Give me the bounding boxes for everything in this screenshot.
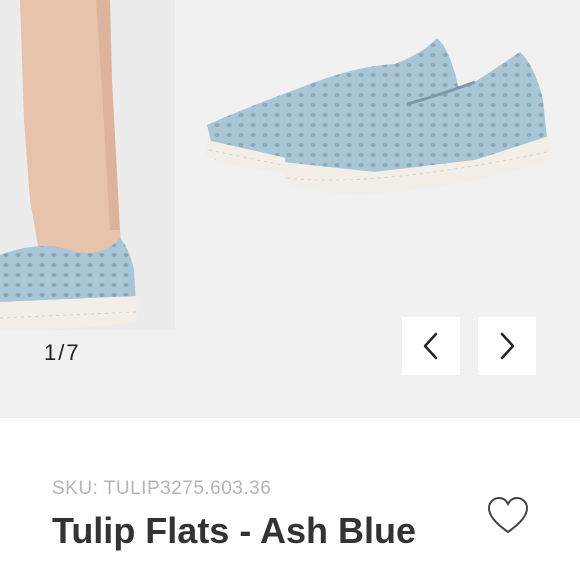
product-title: Tulip Flats - Ash Blue [52, 510, 417, 551]
product-image-gallery[interactable]: 1/7 [0, 0, 580, 418]
product-photo-pair [175, 0, 580, 300]
image-counter: 1/7 [44, 340, 81, 366]
image-counter-total: 7 [66, 340, 81, 365]
image-counter-current: 1 [44, 340, 59, 365]
favorite-button[interactable] [486, 496, 530, 536]
chevron-right-icon [500, 332, 515, 360]
next-image-button[interactable] [478, 317, 536, 375]
chevron-left-icon [423, 332, 438, 360]
product-photo-model-wearing [0, 0, 175, 330]
product-sku: SKU: TULIP3275.603.36 [52, 478, 272, 499]
heart-icon [487, 496, 529, 534]
previous-image-button[interactable] [402, 317, 460, 375]
